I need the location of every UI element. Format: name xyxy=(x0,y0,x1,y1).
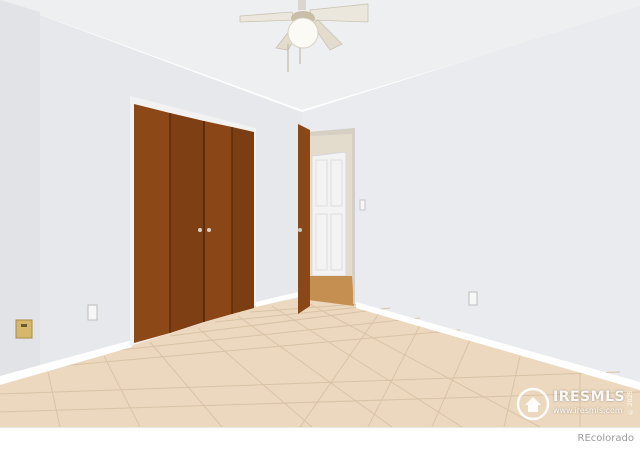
watermark-site: www.iresmls.com xyxy=(553,406,623,415)
outlet-left xyxy=(87,304,98,321)
house-in-circle-icon xyxy=(516,387,550,421)
closet-door-2 xyxy=(170,113,204,333)
photo-footer: REcolorado xyxy=(0,427,640,450)
closet-door-1 xyxy=(134,104,170,343)
bedroom-door-open xyxy=(298,124,310,314)
closet-knob-right xyxy=(207,228,211,232)
room-photo xyxy=(0,0,640,427)
thermostat-plate xyxy=(15,319,33,339)
watermark: IRESMLS www.iresmls.com © 2025 xyxy=(516,386,638,421)
watermark-brand: IRESMLS xyxy=(553,389,626,405)
closet-knob-left xyxy=(198,228,202,232)
light-switch xyxy=(359,199,366,211)
footer-credit: REcolorado xyxy=(577,433,634,444)
closet-door-4 xyxy=(232,127,254,314)
watermark-copyright: © 2025 xyxy=(627,390,634,416)
outlet-right xyxy=(468,291,478,306)
closet-door-3 xyxy=(204,121,232,322)
